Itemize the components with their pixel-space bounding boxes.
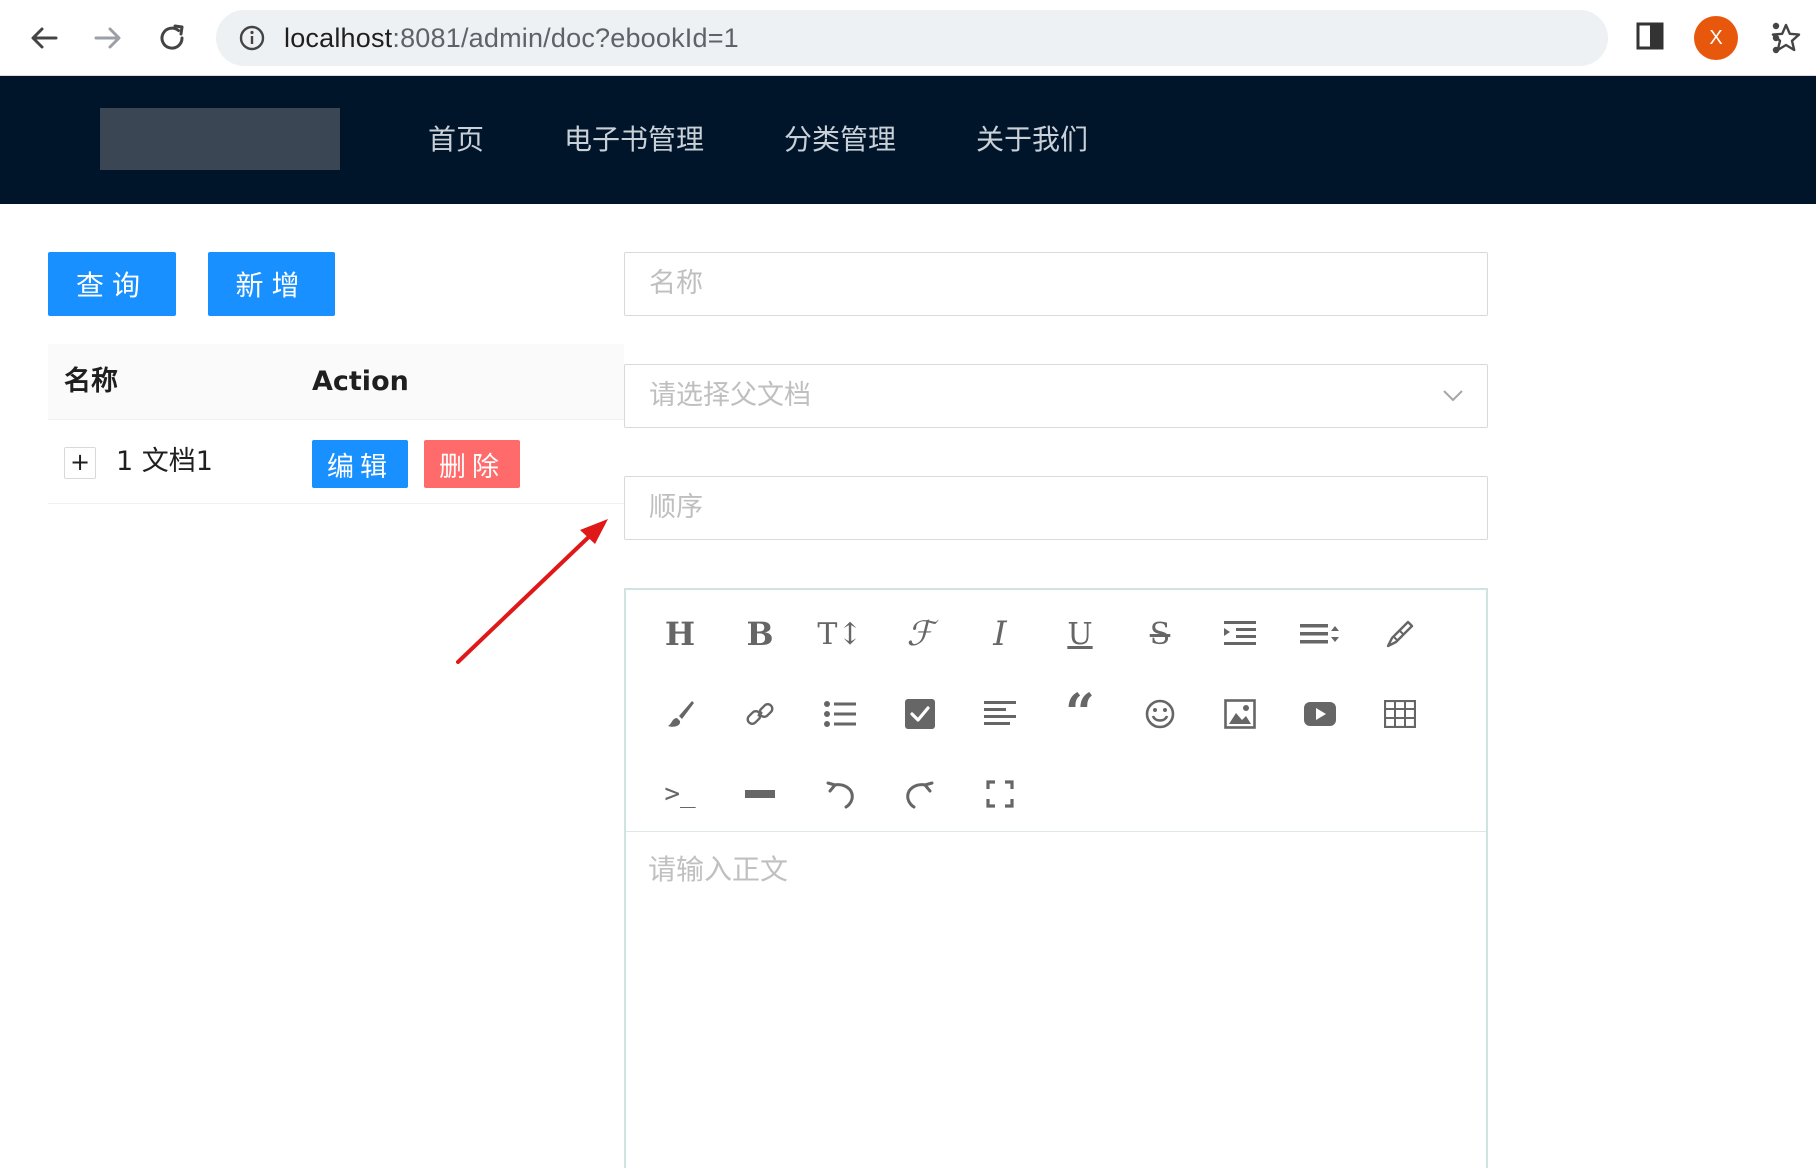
- nav-item-category-admin[interactable]: 分类管理: [756, 76, 924, 204]
- reload-icon[interactable]: [152, 18, 192, 58]
- sort-input[interactable]: 顺序: [624, 476, 1488, 540]
- redo-icon[interactable]: [896, 770, 944, 818]
- underline-icon[interactable]: U: [1056, 610, 1104, 658]
- doc-table: 名称 Action + 1 文档1 编辑 删除: [48, 344, 624, 504]
- delete-button[interactable]: 删除: [424, 440, 520, 488]
- profile-avatar[interactable]: X: [1694, 16, 1738, 60]
- top-nav: 首页 电子书管理 分类管理 关于我们: [400, 76, 1140, 204]
- chevron-down-icon: [1441, 385, 1465, 409]
- bullet-list-icon[interactable]: [816, 690, 864, 738]
- italic-icon[interactable]: I: [976, 610, 1024, 658]
- line-height-icon[interactable]: [1296, 610, 1344, 658]
- table-header: 名称 Action: [48, 344, 624, 420]
- font-size-icon[interactable]: T↕: [816, 610, 864, 658]
- column-header-action: Action: [312, 366, 409, 397]
- parent-placeholder: 请选择父文档: [649, 380, 811, 411]
- fullscreen-icon[interactable]: [976, 770, 1024, 818]
- video-icon[interactable]: [1296, 690, 1344, 738]
- row-name: 1 文档1: [116, 446, 213, 477]
- side-panel-icon[interactable]: [1634, 20, 1666, 56]
- undo-icon[interactable]: [816, 770, 864, 818]
- link-icon[interactable]: [736, 690, 784, 738]
- browser-menu-icon[interactable]: [1768, 18, 1784, 62]
- address-bar[interactable]: localhost:8081/admin/doc?ebookId=1: [216, 10, 1801, 66]
- bold-icon[interactable]: B: [736, 610, 784, 658]
- code-icon[interactable]: >_: [656, 770, 704, 818]
- align-left-icon[interactable]: [976, 690, 1024, 738]
- pen-icon[interactable]: [1376, 610, 1424, 658]
- parent-doc-select[interactable]: 请选择父文档: [624, 364, 1488, 428]
- image-icon[interactable]: [1216, 690, 1264, 738]
- url-text: localhost:8081/admin/doc?ebookId=1: [284, 23, 739, 53]
- font-family-icon[interactable]: ℱ: [896, 610, 944, 658]
- divider-icon[interactable]: [736, 770, 784, 818]
- edit-button[interactable]: 编辑: [312, 440, 408, 488]
- rich-text-editor: H B T↕ ℱ I U S “ >_ 请输入正文: [624, 588, 1488, 1168]
- nav-item-ebook-admin[interactable]: 电子书管理: [536, 76, 732, 204]
- nav-item-home[interactable]: 首页: [400, 76, 512, 204]
- indent-icon[interactable]: [1216, 610, 1264, 658]
- column-header-name: 名称: [64, 366, 118, 397]
- checkbox-icon[interactable]: [896, 690, 944, 738]
- content-placeholder: 请输入正文: [648, 853, 789, 886]
- name-placeholder: 名称: [649, 268, 703, 299]
- query-button[interactable]: 查询: [48, 252, 176, 316]
- quote-icon[interactable]: “: [1056, 684, 1104, 744]
- info-icon[interactable]: [238, 24, 266, 56]
- sort-placeholder: 顺序: [649, 492, 703, 523]
- app-header: 首页 电子书管理 分类管理 关于我们: [0, 76, 1816, 204]
- table-icon[interactable]: [1376, 690, 1424, 738]
- add-button[interactable]: 新增: [208, 252, 335, 316]
- editor-toolbar: H B T↕ ℱ I U S “ >_: [626, 590, 1486, 832]
- nav-item-about[interactable]: 关于我们: [948, 76, 1116, 204]
- forward-icon[interactable]: [88, 18, 128, 58]
- browser-toolbar: localhost:8081/admin/doc?ebookId=1 X: [0, 0, 1816, 76]
- strikethrough-icon[interactable]: S: [1136, 610, 1184, 658]
- paint-brush-icon[interactable]: [656, 690, 704, 738]
- back-icon[interactable]: [24, 18, 64, 58]
- emoji-icon[interactable]: [1136, 690, 1184, 738]
- row-expand-button[interactable]: +: [64, 447, 96, 479]
- heading-icon[interactable]: H: [656, 610, 704, 658]
- logo: [100, 108, 340, 170]
- table-row: + 1 文档1 编辑 删除: [48, 420, 624, 504]
- name-input[interactable]: 名称: [624, 252, 1488, 316]
